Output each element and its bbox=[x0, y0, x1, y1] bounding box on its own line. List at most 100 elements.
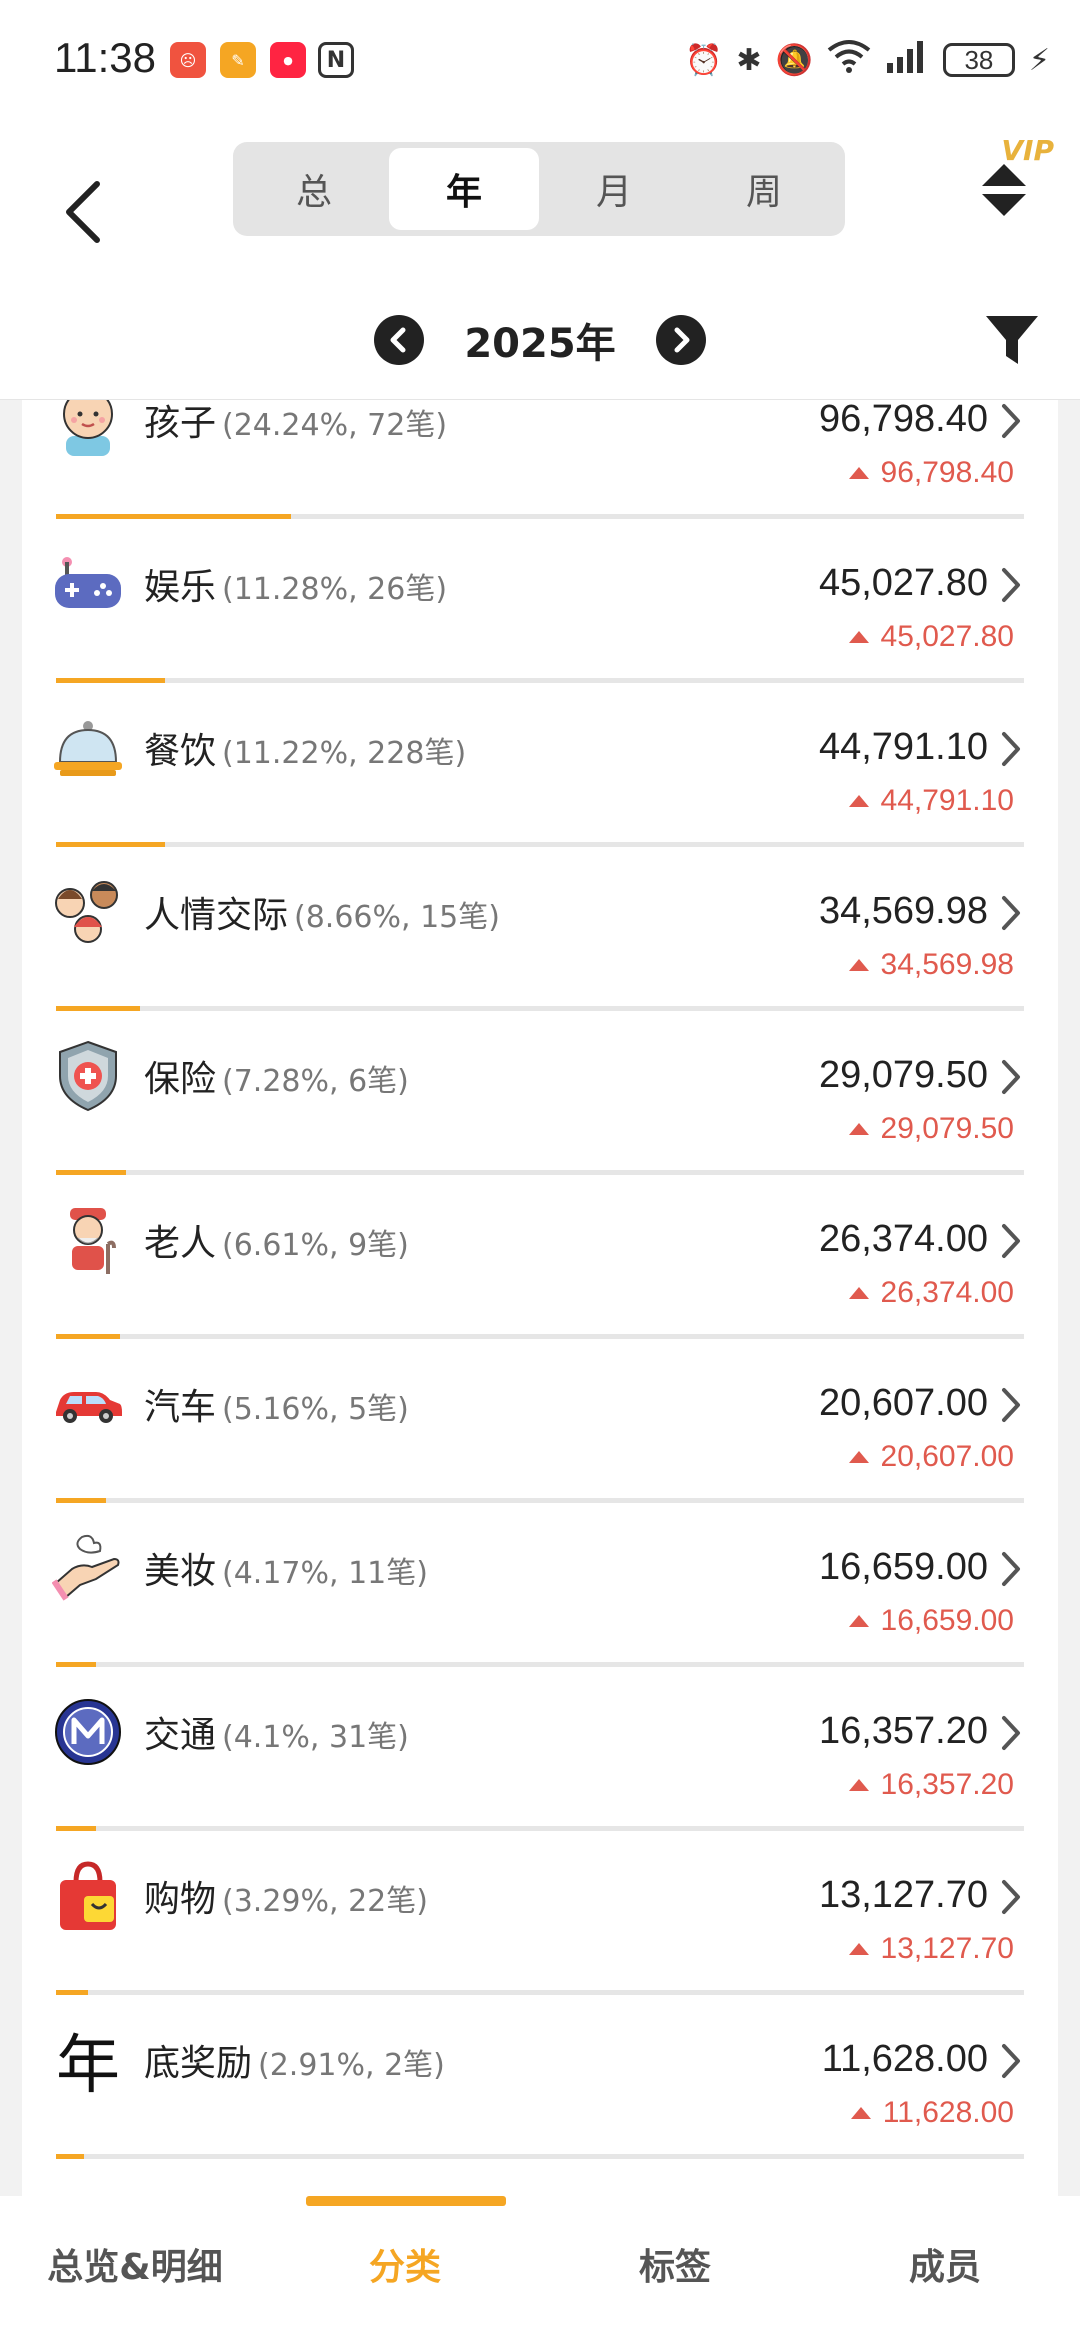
wifi-icon bbox=[827, 38, 871, 82]
category-share-count: (7.28%, 6笔) bbox=[222, 1064, 409, 1099]
increase-arrow-icon bbox=[848, 1943, 869, 1955]
category-amount: 16,357.20 bbox=[818, 1710, 988, 1752]
category-share-bar bbox=[56, 1498, 1024, 1503]
back-button[interactable] bbox=[48, 162, 118, 262]
next-year-button[interactable] bbox=[655, 315, 706, 365]
category-amount: 11,628.00 bbox=[821, 2038, 988, 2080]
category-amount: 96,798.40 bbox=[818, 400, 988, 440]
notification-app-icon: ● bbox=[270, 42, 306, 78]
baby-icon bbox=[52, 400, 124, 456]
category-title: 老人 (6.61%, 9笔) bbox=[144, 1214, 409, 1266]
category-change: 44,791.10 bbox=[848, 784, 1014, 818]
filter-button[interactable] bbox=[982, 310, 1042, 370]
chevron-right-icon bbox=[998, 1550, 1024, 1588]
chevron-right-icon bbox=[674, 327, 690, 353]
nav-categories[interactable]: 分类 bbox=[270, 2196, 540, 2331]
back-arrow-icon bbox=[66, 181, 100, 243]
nav-tags[interactable]: 标签 bbox=[540, 2196, 810, 2331]
category-change-value: 13,127.70 bbox=[880, 1932, 1014, 1965]
shield-icon bbox=[52, 1040, 124, 1112]
status-bar: 11:38 ☹ ✎ ● N ⏰ ✱ 🔕 38 ⚡ bbox=[0, 0, 1080, 120]
category-row[interactable]: 汽车 (5.16%, 5笔) 20,607.00 20,607.00 bbox=[22, 1368, 1058, 1532]
category-name: 老人 bbox=[144, 1223, 217, 1264]
charging-icon: ⚡ bbox=[1028, 42, 1050, 78]
category-title: 底奖励 (2.91%, 2笔) bbox=[144, 2034, 445, 2086]
category-share-count: (4.17%, 11笔) bbox=[222, 1556, 428, 1591]
category-row[interactable]: 保险 (7.28%, 6笔) 29,079.50 29,079.50 bbox=[22, 1040, 1058, 1204]
category-share-fill bbox=[56, 678, 165, 683]
category-row[interactable]: 购物 (3.29%, 22笔) 13,127.70 13,127.70 bbox=[22, 1860, 1058, 2024]
chevron-right-icon bbox=[998, 1386, 1024, 1424]
shopping-bag-icon bbox=[52, 1860, 124, 1932]
filter-icon bbox=[986, 316, 1038, 364]
bottom-navigation: 总览&明细 分类 标签 成员 bbox=[0, 2196, 1080, 2331]
category-change: 96,798.40 bbox=[848, 456, 1014, 490]
category-title: 娱乐 (11.28%, 26笔) bbox=[144, 558, 447, 610]
category-row[interactable]: 人情交际 (8.66%, 15笔) 34,569.98 34,569.98 bbox=[22, 876, 1058, 1040]
mute-icon: 🔕 bbox=[775, 42, 813, 78]
tab-month[interactable]: 月 bbox=[539, 148, 689, 230]
category-share-bar bbox=[56, 1006, 1024, 1011]
category-share-fill bbox=[56, 1006, 140, 1011]
category-change: 20,607.00 bbox=[848, 1440, 1014, 1474]
people-icon bbox=[52, 876, 124, 948]
previous-year-button[interactable] bbox=[374, 315, 425, 365]
nav-members[interactable]: 成员 bbox=[810, 2196, 1080, 2331]
increase-arrow-icon bbox=[848, 631, 869, 643]
category-row[interactable]: 交通 (4.1%, 31笔) 16,357.20 16,357.20 bbox=[22, 1696, 1058, 1860]
gamepad-icon bbox=[52, 548, 124, 620]
nfc-icon: N bbox=[318, 42, 354, 78]
category-share-bar bbox=[56, 1826, 1024, 1831]
category-change: 34,569.98 bbox=[848, 948, 1014, 982]
category-share-bar bbox=[56, 514, 1024, 519]
signal-icon bbox=[885, 39, 929, 81]
category-change: 26,374.00 bbox=[848, 1276, 1014, 1310]
category-name: 保险 bbox=[144, 1059, 217, 1100]
increase-arrow-icon bbox=[848, 1779, 869, 1791]
category-title: 汽车 (5.16%, 5笔) bbox=[144, 1378, 409, 1430]
category-title: 人情交际 (8.66%, 15笔) bbox=[144, 886, 500, 938]
category-share-bar bbox=[56, 1662, 1024, 1667]
battery-icon: 38 bbox=[942, 43, 1015, 77]
category-title: 餐饮 (11.22%, 228笔) bbox=[144, 722, 466, 774]
category-change-value: 26,374.00 bbox=[880, 1276, 1014, 1309]
category-share-bar bbox=[56, 1334, 1024, 1339]
increase-arrow-icon bbox=[848, 1123, 869, 1135]
metro-icon bbox=[52, 1696, 124, 1768]
chevron-right-icon bbox=[998, 894, 1024, 932]
category-share-bar bbox=[56, 1990, 1024, 1995]
category-share-fill bbox=[56, 1990, 88, 1995]
category-share-count: (8.66%, 15笔) bbox=[294, 900, 500, 935]
tab-year[interactable]: 年 bbox=[389, 148, 539, 230]
category-amount: 34,569.98 bbox=[818, 890, 988, 932]
increase-arrow-icon bbox=[848, 795, 869, 807]
category-share-count: (2.91%, 2笔) bbox=[258, 2048, 445, 2083]
category-row[interactable]: 娱乐 (11.28%, 26笔) 45,027.80 45,027.80 bbox=[22, 548, 1058, 712]
chevron-right-icon bbox=[998, 1878, 1024, 1916]
header: 总 年 月 周 VIP 2025年 bbox=[0, 120, 1080, 400]
category-name: 底奖励 bbox=[144, 2043, 253, 2084]
category-row[interactable]: 美妆 (4.17%, 11笔) 16,659.00 16,659.00 bbox=[22, 1532, 1058, 1696]
chevron-right-icon bbox=[998, 402, 1024, 440]
category-share-bar bbox=[56, 2154, 1024, 2159]
tab-total[interactable]: 总 bbox=[239, 148, 389, 230]
category-change-value: 45,027.80 bbox=[880, 620, 1014, 653]
food-cloche-icon bbox=[52, 712, 124, 784]
increase-arrow-icon bbox=[848, 1615, 869, 1627]
tab-week[interactable]: 周 bbox=[689, 148, 839, 230]
notification-app-icon: ✎ bbox=[220, 42, 256, 78]
increase-arrow-icon bbox=[848, 467, 869, 479]
category-row[interactable]: 年底奖励 (2.91%, 2笔) 11,628.00 11,628.00 bbox=[22, 2024, 1058, 2188]
chevron-left-icon bbox=[390, 327, 406, 353]
category-row[interactable]: 餐饮 (11.22%, 228笔) 44,791.10 44,791.10 bbox=[22, 712, 1058, 876]
nav-overview-details[interactable]: 总览&明细 bbox=[0, 2196, 270, 2331]
category-change-value: 29,079.50 bbox=[880, 1112, 1014, 1145]
category-row[interactable]: 老人 (6.61%, 9笔) 26,374.00 26,374.00 bbox=[22, 1204, 1058, 1368]
category-change: 16,357.20 bbox=[848, 1768, 1014, 1802]
increase-arrow-icon bbox=[850, 2107, 871, 2119]
active-tab-indicator bbox=[306, 2196, 506, 2206]
category-title: 购物 (3.29%, 22笔) bbox=[144, 1870, 428, 1922]
year-navigator: 2025年 bbox=[0, 300, 1080, 380]
category-row[interactable]: 孩子 (24.24%, 72笔) 96,798.40 96,798.40 bbox=[22, 400, 1058, 548]
category-share-count: (6.61%, 9笔) bbox=[222, 1228, 409, 1263]
